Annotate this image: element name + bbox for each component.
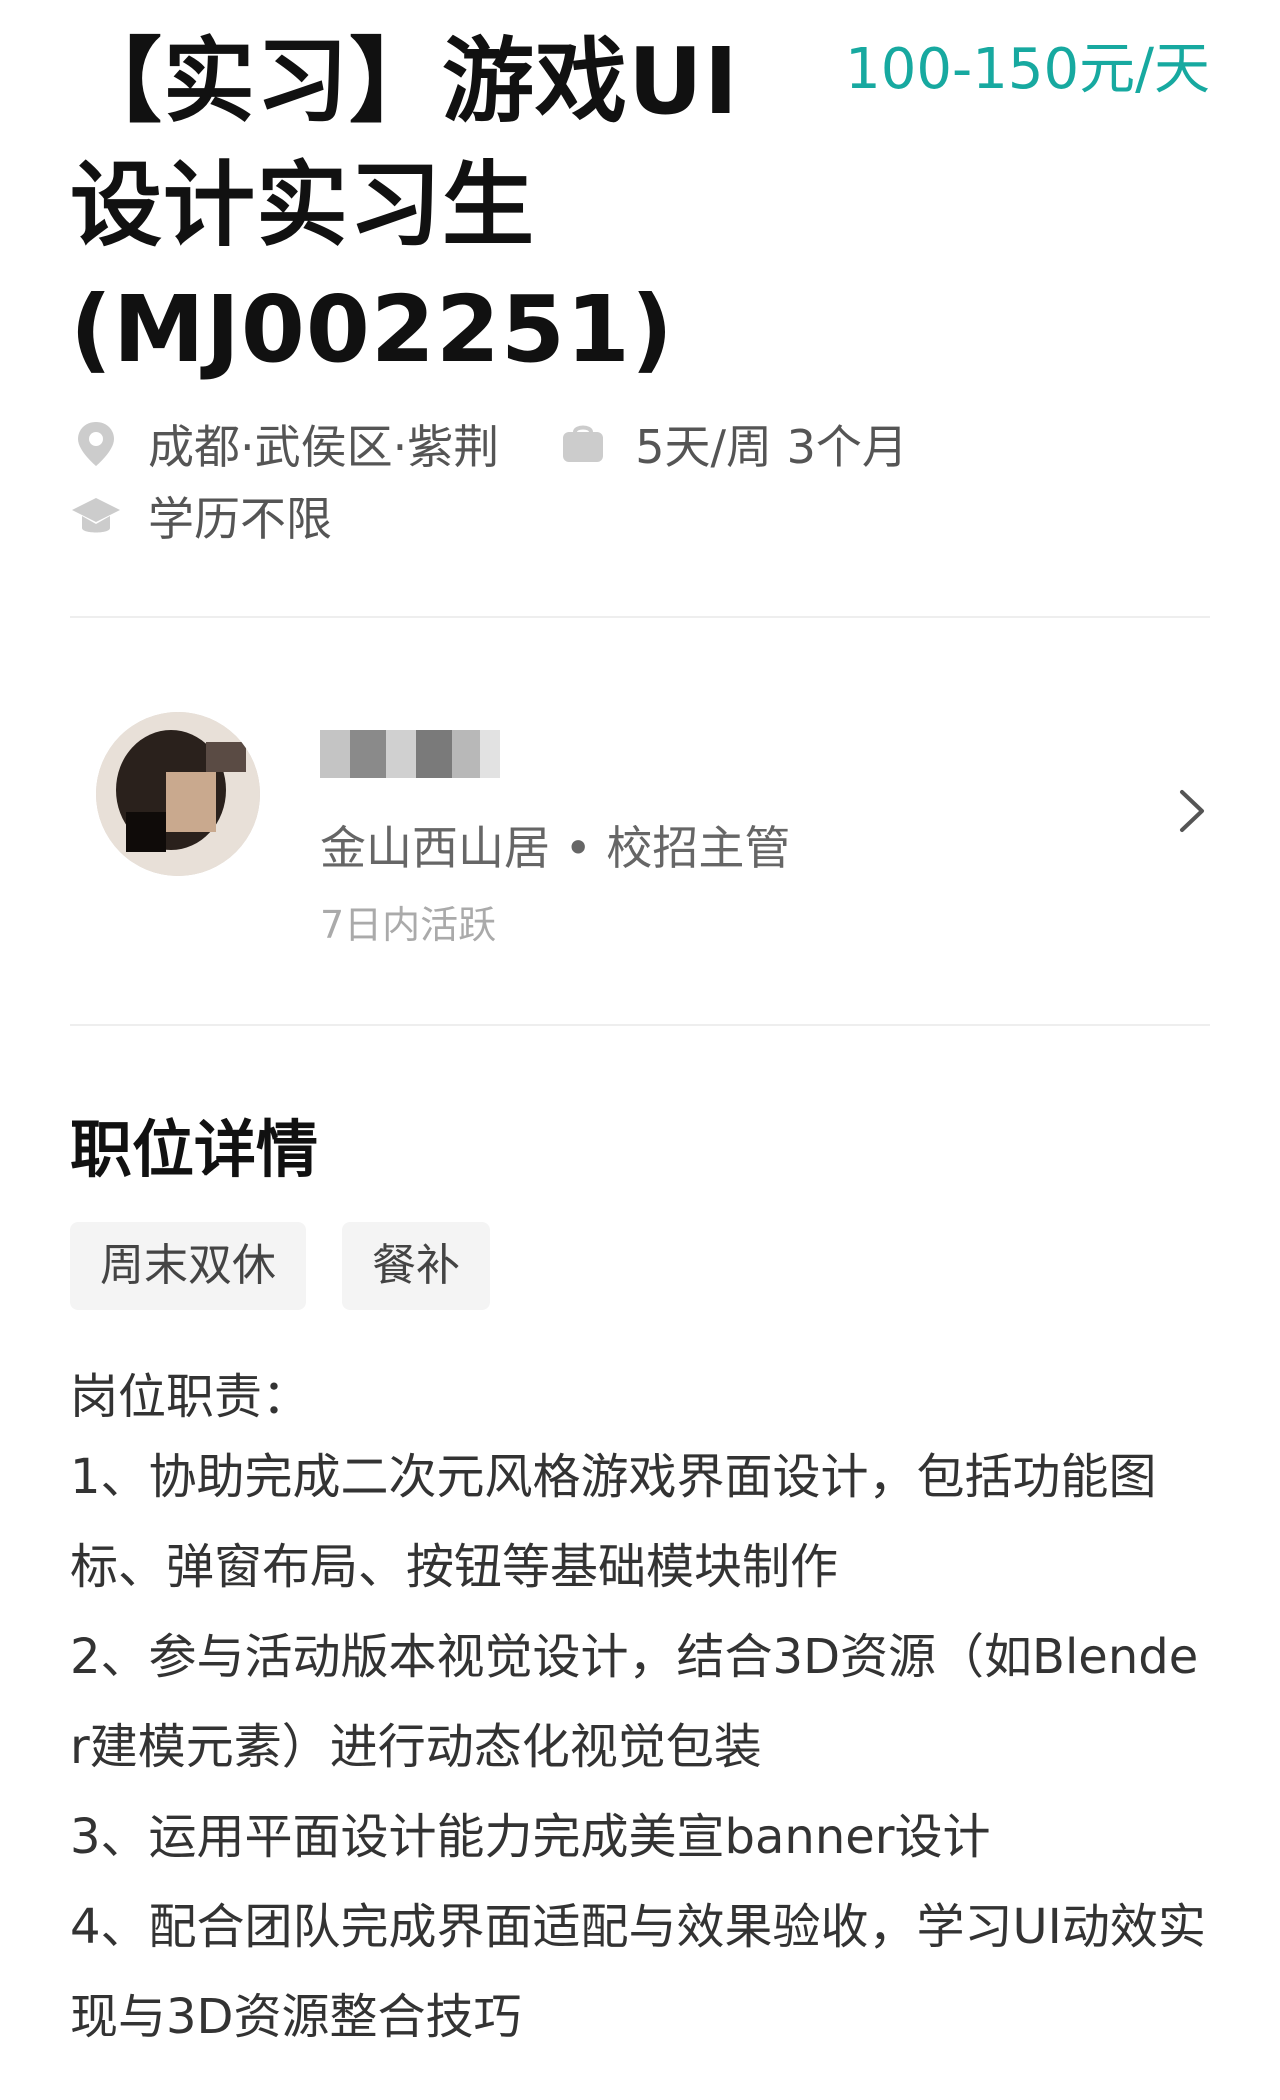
schedule-item: 5天/周 3个月 [557,411,908,477]
location-item: 成都·武侯区·紫荆 [70,411,499,477]
recruiter-card[interactable]: 金山西山居 • 校招主管 7日内活跃 [70,704,1210,954]
salary-label: 100-150元/天 [845,37,1210,102]
duty-item: 3、运用平面设计能力完成美宣banner设计 [70,1809,991,1865]
education-item: 学历不限 [70,483,332,549]
duty-item: 4、配合团队完成界面适配与效果验收，学习UI动效实现与3D资源整合技巧 [70,1899,1206,2045]
section-title: 职位详情 [70,1113,319,1186]
location-pin-icon [78,422,114,466]
meta-row-1: 成都·武侯区·紫荆 5天/周 3个月 [70,412,1210,476]
duties-title: 岗位职责： [70,1369,311,1425]
benefit-tag: 周末双休 [70,1222,306,1310]
job-title: 【实习】游戏UI设计实习生(MJ002251) [70,28,739,383]
job-details: 职位详情 周末双休 餐补 岗位职责： 1、协助完成二次元风格游戏界面设计，包括功… [70,1108,1210,2062]
schedule-text: 5天/周 3个月 [635,420,908,474]
recruiter-active-status: 7日内活跃 [320,903,497,947]
recruiter-name-blurred [320,730,500,778]
meta-row-2: 学历不限 [70,484,1210,548]
benefit-tag: 餐补 [342,1222,490,1310]
divider-top [70,616,1210,618]
graduation-cap-icon [72,498,120,533]
divider-bottom [70,1024,1210,1026]
briefcase-icon [563,425,604,462]
job-header: 【实习】游戏UI设计实习生(MJ002251) 100-150元/天 [70,0,1210,383]
recruiter-avatar [96,712,260,876]
job-meta: 成都·武侯区·紫荆 5天/周 3个月 学历不限 [70,412,1210,556]
benefit-tags: 周末双休 餐补 [70,1222,1210,1310]
education-text: 学历不限 [148,492,332,546]
chevron-right-icon[interactable] [1174,786,1210,836]
duty-item: 1、协助完成二次元风格游戏界面设计，包括功能图标、弹窗布局、按钮等基础模块制作 [70,1449,1157,1595]
job-detail-page: 【实习】游戏UI设计实习生(MJ002251) 100-150元/天 成都·武侯… [70,0,1210,2045]
duty-item: 2、参与活动版本视觉设计，结合3D资源（如Blender建模元素）进行动态化视觉… [70,1629,1199,1775]
location-text: 成都·武侯区·紫荆 [148,420,500,474]
recruiter-info: 金山西山居 • 校招主管 [320,821,791,875]
